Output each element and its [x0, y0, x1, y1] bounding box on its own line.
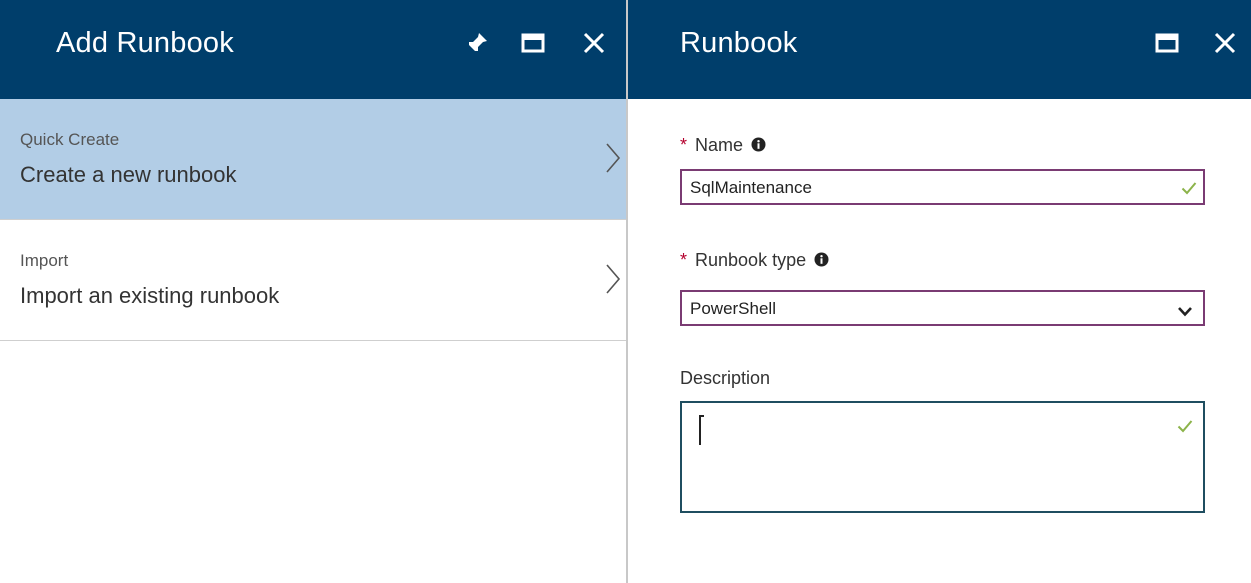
checkmark-icon	[1181, 181, 1197, 195]
description-label-text: Description	[680, 368, 771, 388]
name-input[interactable]: SqlMaintenance	[680, 169, 1205, 205]
menu-item-quick-create[interactable]: Quick Create Create a new runbook	[0, 99, 626, 220]
description-textarea[interactable]	[680, 401, 1205, 513]
name-label-text: Name	[695, 135, 744, 155]
menu-item-subtitle: Import an existing runbook	[20, 283, 280, 308]
runbook-blade-title: Runbook	[680, 27, 798, 59]
menu-item-title: Quick Create	[20, 130, 120, 149]
add-runbook-blade-title: Add Runbook	[56, 27, 234, 59]
runbook-blade-header: Runbook	[628, 0, 1251, 99]
info-icon[interactable]	[751, 137, 766, 152]
chevron-down-icon	[1177, 304, 1193, 317]
menu-item-subtitle: Create a new runbook	[20, 162, 237, 187]
chevron-right-icon	[604, 141, 622, 175]
pin-button[interactable]	[464, 30, 490, 56]
pin-icon	[464, 30, 490, 56]
checkmark-icon	[1177, 419, 1193, 433]
add-runbook-blade-header: Add Runbook	[0, 0, 626, 99]
runbook-type-label-text: Runbook type	[695, 250, 807, 270]
close-icon	[581, 30, 607, 56]
name-input-value: SqlMaintenance	[690, 178, 812, 197]
runbook-blade: Runbook * Name SqlMaintenance * Runbook ty…	[628, 0, 1251, 583]
maximize-icon	[1154, 30, 1180, 56]
add-runbook-blade: Add Runbook Quick Create Create a new ru…	[0, 0, 626, 583]
runbook-type-label: * Runbook type	[680, 250, 829, 271]
close-icon	[1212, 30, 1238, 56]
info-icon[interactable]	[814, 252, 829, 267]
runbook-type-selected-value: PowerShell	[690, 299, 776, 318]
text-cursor	[699, 415, 704, 445]
required-star: *	[680, 250, 688, 270]
maximize-button[interactable]	[520, 30, 546, 56]
menu-item-title: Import	[20, 251, 69, 270]
chevron-right-icon	[604, 262, 622, 296]
name-label: * Name	[680, 135, 766, 156]
close-button[interactable]	[581, 30, 607, 56]
description-label: Description	[680, 368, 770, 389]
required-star: *	[680, 135, 688, 155]
runbook-type-select[interactable]: PowerShell	[680, 290, 1205, 326]
maximize-icon	[520, 30, 546, 56]
maximize-button[interactable]	[1154, 30, 1180, 56]
menu-item-import[interactable]: Import Import an existing runbook	[0, 220, 626, 341]
close-button[interactable]	[1212, 30, 1238, 56]
